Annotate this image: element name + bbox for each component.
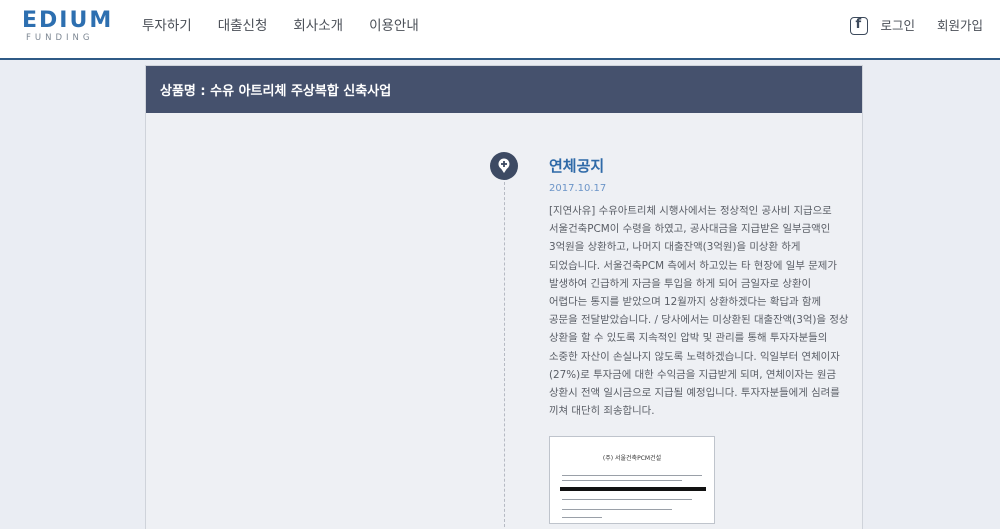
site-header: EDIUM FUNDING 투자하기 대출신청 회사소개 이용안내 로그인 회원…: [0, 0, 1000, 60]
main-nav: 투자하기 대출신청 회사소개 이용안내: [142, 16, 445, 36]
product-card: 상품명 : 수유 아트리체 주상복합 신축사업 연체공지 2017.10.17 …: [145, 65, 863, 529]
nav-usage-guide[interactable]: 이용안내: [369, 16, 419, 36]
facebook-icon[interactable]: [850, 17, 869, 35]
product-title: 상품명 : 수유 아트리체 주상복합 신축사업: [160, 84, 392, 99]
document-line: [562, 475, 702, 476]
pin-icon: [490, 152, 518, 180]
nav-loan-apply[interactable]: 대출신청: [218, 16, 268, 36]
document-rule: [560, 487, 706, 491]
document-line: [562, 480, 682, 481]
notice-body: [지연사유] 수유아트리체 시행사에서는 정상적인 공사비 지급으로 서울건축P…: [549, 205, 849, 418]
document-heading: (주) 서울건축PCM건설: [602, 455, 662, 462]
logo[interactable]: EDIUM FUNDING: [22, 9, 114, 45]
notice-title: 연체공지: [549, 157, 605, 175]
login-link[interactable]: 로그인: [880, 16, 915, 36]
document-line: [562, 509, 672, 510]
timeline-line: [504, 182, 505, 529]
card-title-bar: 상품명 : 수유 아트리체 주상복합 신축사업: [146, 66, 862, 113]
account-nav: 로그인 회원가입: [850, 16, 983, 36]
signup-link[interactable]: 회원가입: [937, 16, 983, 36]
logo-subtitle: FUNDING: [26, 33, 94, 43]
overdue-notice: 연체공지 2017.10.17 [지연사유] 수유아트리체 시행사에서는 정상적…: [549, 156, 849, 420]
notice-date: 2017.10.17: [549, 183, 607, 194]
document-line: [562, 517, 602, 518]
document-thumbnail[interactable]: (주) 서울건축PCM건설: [549, 436, 715, 524]
nav-invest[interactable]: 투자하기: [142, 16, 192, 36]
document-line: [562, 499, 692, 500]
logo-wordmark: EDIUM: [22, 8, 114, 33]
nav-company-intro[interactable]: 회사소개: [293, 16, 343, 36]
